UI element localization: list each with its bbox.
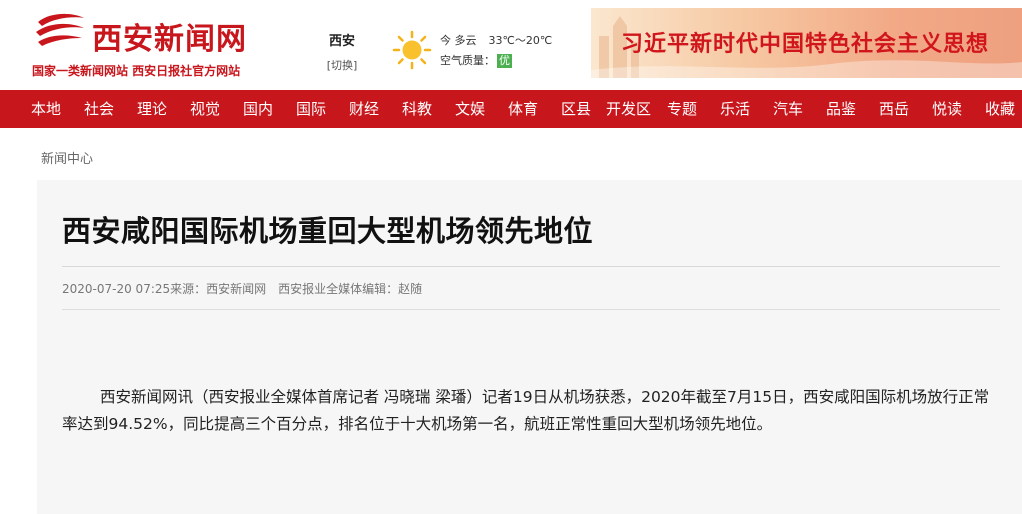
nav-item-reading[interactable]: 悦读 [932,90,962,128]
nav-item-society[interactable]: 社会 [84,90,114,128]
nav-item-lifestyle[interactable]: 乐活 [720,90,750,128]
nav-item-science-education[interactable]: 科教 [402,90,432,128]
nav-item-special-topics[interactable]: 专题 [667,90,697,128]
aqi-label: 空气质量： [440,54,495,67]
aqi-badge: 优 [497,54,512,68]
city-switch-link[interactable]: [切换] [322,57,362,73]
ideology-banner[interactable]: 习近平新时代中国特色社会主义思想 [591,8,1022,78]
article-meta: 2020-07-20 07:25来源：西安新闻网 西安报业全媒体编辑：赵随 [62,280,422,297]
nav-item-collection[interactable]: 收藏 [985,90,1015,128]
article-container: 西安咸阳国际机场重回大型机场领先地位 2020-07-20 07:25来源：西安… [37,180,1022,514]
logo-text: 西安新闻网 [92,22,247,57]
weather-summary: 今 多云 33℃～20℃ [440,32,552,48]
nav-item-finance[interactable]: 财经 [349,90,379,128]
nav-item-development-zone[interactable]: 开发区 [606,90,651,128]
nav-item-xiyue[interactable]: 西岳 [879,90,909,128]
meta-divider [62,309,1000,310]
logo-tagline: 国家一类新闻网站 西安日报社官方网站 [32,64,241,78]
nav-item-districts[interactable]: 区县 [561,90,591,128]
weather-condition: 今 多云 [440,34,477,47]
nav-item-appreciation[interactable]: 品鉴 [826,90,856,128]
nav-item-domestic[interactable]: 国内 [243,90,273,128]
nav-item-sports[interactable]: 体育 [508,90,538,128]
article-title: 西安咸阳国际机场重回大型机场领先地位 [62,214,594,248]
nav-item-auto[interactable]: 汽车 [773,90,803,128]
banner-text: 习近平新时代中国特色社会主义思想 [621,32,990,57]
title-divider [62,266,1000,267]
main-nav: 本地 社会 理论 视觉 国内 国际 财经 科教 文娱 体育 区县 开发区 专题 … [0,90,1022,128]
sun-icon [392,30,432,70]
air-quality: 空气质量：优 [440,52,512,68]
city-selector: 西安 [切换] [322,30,362,73]
nav-item-entertainment[interactable]: 文娱 [455,90,485,128]
city-name: 西安 [328,34,355,49]
site-logo[interactable]: 西安新闻网 [32,8,282,58]
site-header: 西安新闻网 国家一类新闻网站 西安日报社官方网站 西安 [切换] 今 多云 33℃… [0,0,1022,90]
weather-temperature: 33℃～20℃ [488,34,553,47]
weather-widget: 今 多云 33℃～20℃ 空气质量：优 [392,28,582,76]
logo-swirl-icon [36,13,84,46]
nav-item-theory[interactable]: 理论 [137,90,167,128]
article-source: 来源：西安新闻网 [170,282,267,296]
nav-item-local[interactable]: 本地 [31,90,61,128]
nav-item-visual[interactable]: 视觉 [190,90,220,128]
breadcrumb[interactable]: 新闻中心 [41,148,93,167]
article-editor: 西安报业全媒体编辑：赵随 [278,282,423,296]
article-paragraph: 西安新闻网讯（西安报业全媒体首席记者 冯晓瑞 梁璠）记者19日从机场获悉，202… [62,388,990,433]
article-datetime: 2020-07-20 07:25 [62,282,171,296]
nav-item-international[interactable]: 国际 [296,90,326,128]
